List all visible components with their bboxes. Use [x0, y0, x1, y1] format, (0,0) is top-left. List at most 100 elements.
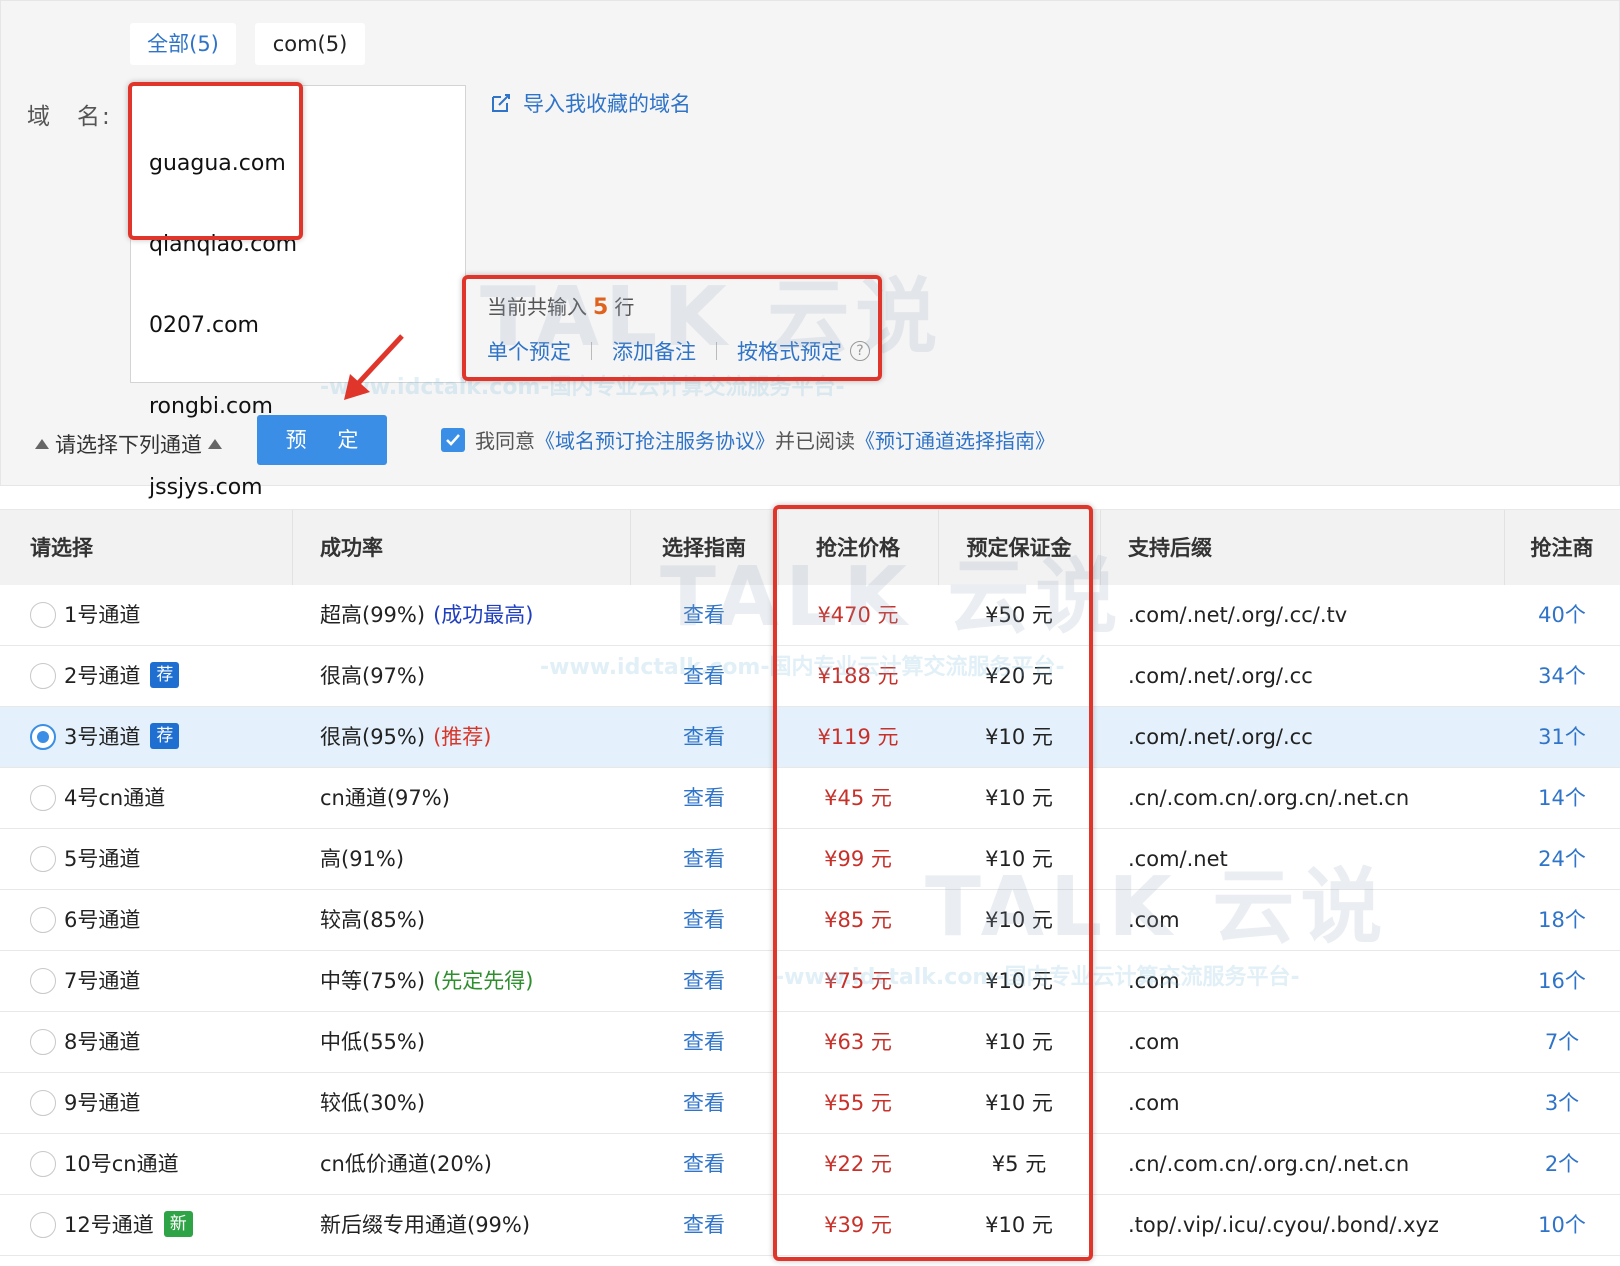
- table-row[interactable]: 12号通道新 新后缀专用通道(99%) 查看 ¥39 元 ¥10 元 .top/.vip/…: [0, 1195, 1620, 1256]
- checkbox-checked-icon: [446, 433, 460, 446]
- filter-tab-all[interactable]: 全部(5): [130, 23, 236, 65]
- channel-cell: 10号cn通道: [64, 1134, 179, 1194]
- guide-view-link[interactable]: 查看: [630, 951, 778, 1011]
- col-header-select: 请选择: [30, 536, 93, 560]
- guide-link[interactable]: 《预订通道选择指南》: [855, 425, 1055, 454]
- guide-view-link[interactable]: 查看: [630, 1073, 778, 1133]
- rate-cell: 较低(30%): [320, 1073, 425, 1133]
- guide-view-link[interactable]: 查看: [630, 585, 778, 645]
- channel-radio[interactable]: [30, 1212, 56, 1238]
- arrow-annotation-icon: [344, 334, 404, 400]
- guide-view-link[interactable]: 查看: [630, 646, 778, 706]
- filter-tab-com[interactable]: com(5): [255, 23, 365, 65]
- vendor-count-link[interactable]: 10个: [1504, 1195, 1620, 1255]
- agree-checkbox[interactable]: [441, 427, 465, 452]
- link-divider: [591, 342, 592, 360]
- channel-cell: 12号通道新: [64, 1195, 193, 1255]
- reserve-button[interactable]: 预 定: [257, 415, 387, 465]
- channel-radio[interactable]: [30, 785, 56, 811]
- success-rate: 较高(85%): [320, 908, 426, 932]
- guide-view-link[interactable]: 查看: [630, 890, 778, 950]
- supported-suffixes: .top/.vip/.icu/.cyou/.bond/.xyz: [1128, 1213, 1439, 1237]
- channel-cell: 1号通道: [64, 585, 140, 645]
- grab-price: ¥75 元: [824, 969, 892, 993]
- rate-note: (成功最高): [433, 603, 534, 627]
- help-icon[interactable]: ?: [850, 341, 870, 361]
- channel-radio[interactable]: [30, 846, 56, 872]
- channel-cell: 8号通道: [64, 1012, 140, 1072]
- rate-note: (推荐): [433, 725, 492, 749]
- channel-radio[interactable]: [30, 602, 56, 628]
- grab-price: ¥188 元: [817, 664, 899, 688]
- table-row[interactable]: 2号通道荐 很高(97%) 查看 ¥188 元 ¥20 元 .com/.net/.org/…: [0, 646, 1620, 707]
- vendor-count-link[interactable]: 40个: [1504, 585, 1620, 645]
- channel-cell: 2号通道荐: [64, 646, 180, 706]
- channel-cell: 3号通道荐: [64, 707, 180, 767]
- deposit: ¥50 元: [985, 603, 1053, 627]
- col-header-guide: 选择指南: [662, 536, 746, 560]
- guide-view-link[interactable]: 查看: [630, 707, 778, 767]
- success-rate: 很高(97%): [320, 664, 426, 688]
- table-row[interactable]: 3号通道荐 很高(95%) (推荐) 查看 ¥119 元 ¥10 元 .com/.net/.…: [0, 707, 1620, 768]
- grab-price: ¥55 元: [824, 1091, 892, 1115]
- supported-suffixes: .com/.net/.org/.cc/.tv: [1128, 603, 1348, 627]
- table-row[interactable]: 6号通道 较高(85%) 查看 ¥85 元 ¥10 元 .com 18个: [0, 890, 1620, 951]
- column-divider: [292, 510, 293, 586]
- channel-cell: 6号通道: [64, 890, 140, 950]
- channel-select-toggle[interactable]: 请选择下列通道: [35, 429, 222, 459]
- channel-radio[interactable]: [30, 1029, 56, 1055]
- domain-line: qianqiao.com: [149, 232, 298, 257]
- deposit: ¥10 元: [985, 1213, 1053, 1237]
- channel-radio[interactable]: [30, 724, 56, 750]
- vendor-count-link[interactable]: 7个: [1504, 1012, 1620, 1072]
- channel-radio[interactable]: [30, 1151, 56, 1177]
- agree-mid: 并已阅读: [775, 429, 855, 453]
- vendor-count-link[interactable]: 18个: [1504, 890, 1620, 950]
- channel-radio[interactable]: [30, 663, 56, 689]
- table-row[interactable]: 9号通道 较低(30%) 查看 ¥55 元 ¥10 元 .com 3个: [0, 1073, 1620, 1134]
- channel-name: 1号通道: [64, 603, 141, 627]
- format-reserve-link[interactable]: 按格式预定: [737, 336, 842, 366]
- vendor-count-link[interactable]: 34个: [1504, 646, 1620, 706]
- deposit: ¥10 元: [985, 1091, 1053, 1115]
- table-row[interactable]: 8号通道 中低(55%) 查看 ¥63 元 ¥10 元 .com 7个: [0, 1012, 1620, 1073]
- vendor-count-link[interactable]: 2个: [1504, 1134, 1620, 1194]
- channel-cell: 4号cn通道: [64, 768, 165, 828]
- table-header: 请选择 成功率 选择指南 抢注价格 预定保证金 支持后缀 抢注商: [0, 509, 1620, 586]
- guide-view-link[interactable]: 查看: [630, 1012, 778, 1072]
- col-header-rate: 成功率: [320, 536, 383, 560]
- table-row[interactable]: 5号通道 高(91%) 查看 ¥99 元 ¥10 元 .com/.net 24个: [0, 829, 1620, 890]
- table-row[interactable]: 10号cn通道 cn低价通道(20%) 查看 ¥22 元 ¥5 元 .cn/.com.cn…: [0, 1134, 1620, 1195]
- channel-name: 7号通道: [64, 969, 141, 993]
- table-row[interactable]: 7号通道 中等(75%) (先定先得) 查看 ¥75 元 ¥10 元 .com 16个: [0, 951, 1620, 1012]
- guide-view-link[interactable]: 查看: [630, 1195, 778, 1255]
- supported-suffixes: .com/.net: [1128, 847, 1228, 871]
- channel-radio[interactable]: [30, 907, 56, 933]
- line-count: 当前共输入 5 行: [487, 291, 634, 320]
- channel-name: 9号通道: [64, 1091, 141, 1115]
- table-row[interactable]: 1号通道 超高(99%) (成功最高) 查看 ¥470 元 ¥50 元 .com/.net/…: [0, 585, 1620, 646]
- channel-radio[interactable]: [30, 1090, 56, 1116]
- vendor-count-link[interactable]: 16个: [1504, 951, 1620, 1011]
- guide-view-link[interactable]: 查看: [630, 768, 778, 828]
- add-note-link[interactable]: 添加备注: [612, 336, 696, 366]
- domain-label: 域 名:: [27, 97, 110, 131]
- grab-price: ¥22 元: [824, 1152, 892, 1176]
- grab-price: ¥63 元: [824, 1030, 892, 1054]
- vendor-count-link[interactable]: 24个: [1504, 829, 1620, 889]
- channel-radio[interactable]: [30, 968, 56, 994]
- agreement-link[interactable]: 《域名预订抢注服务协议》: [535, 425, 775, 454]
- table-row[interactable]: 4号cn通道 cn通道(97%) 查看 ¥45 元 ¥10 元 .cn/.com.cn/.…: [0, 768, 1620, 829]
- vendor-count-link[interactable]: 14个: [1504, 768, 1620, 828]
- success-rate: cn低价通道(20%): [320, 1152, 492, 1176]
- single-reserve-link[interactable]: 单个预定: [487, 336, 571, 366]
- guide-view-link[interactable]: 查看: [630, 1134, 778, 1194]
- grab-price: ¥39 元: [824, 1213, 892, 1237]
- vendor-count-link[interactable]: 3个: [1504, 1073, 1620, 1133]
- import-favorites-label: 导入我收藏的域名: [523, 92, 691, 116]
- deposit: ¥20 元: [985, 664, 1053, 688]
- import-favorites-link[interactable]: 导入我收藏的域名: [489, 88, 691, 118]
- vendor-count-link[interactable]: 31个: [1504, 707, 1620, 767]
- guide-view-link[interactable]: 查看: [630, 829, 778, 889]
- success-rate: 中等(75%): [320, 969, 426, 993]
